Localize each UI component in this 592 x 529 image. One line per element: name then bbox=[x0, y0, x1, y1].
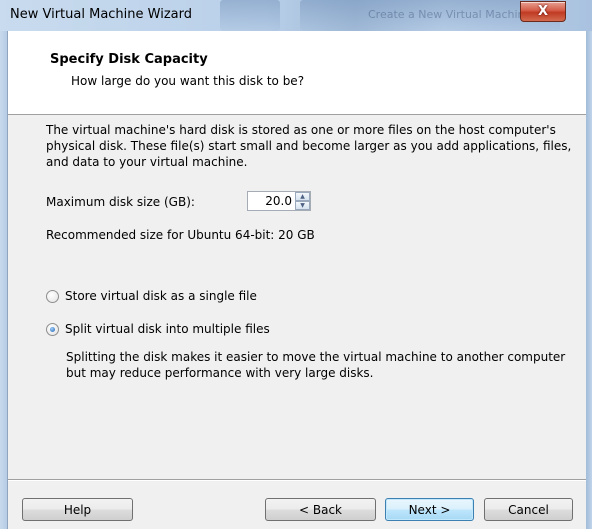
wizard-window: Create a New Virtual Machine New Virtual… bbox=[0, 0, 592, 529]
title-bar[interactable]: Create a New Virtual Machine New Virtual… bbox=[0, 0, 592, 31]
window-frame-left bbox=[0, 31, 7, 529]
page-subtitle: How large do you want this disk to be? bbox=[71, 74, 305, 88]
next-button[interactable]: Next > bbox=[385, 498, 474, 521]
disk-description: The virtual machine's hard disk is store… bbox=[46, 123, 572, 169]
background-window-title: Create a New Virtual Machine bbox=[368, 8, 532, 21]
disk-size-input[interactable]: 20.0 bbox=[265, 194, 292, 208]
stepper-down-button[interactable]: ▼ bbox=[295, 201, 310, 210]
split-description: Splitting the disk makes it easier to mo… bbox=[66, 350, 566, 380]
triangle-up-icon: ▲ bbox=[300, 192, 305, 200]
help-button[interactable]: Help bbox=[22, 498, 133, 521]
single-file-option[interactable]: Store virtual disk as a single file bbox=[46, 289, 257, 303]
close-button[interactable]: X bbox=[520, 1, 566, 22]
radio-button-split-files[interactable] bbox=[46, 322, 59, 336]
wizard-client-area: Specify Disk Capacity How large do you w… bbox=[7, 31, 586, 529]
back-button[interactable]: < Back bbox=[265, 498, 376, 521]
radio-button-single-file[interactable] bbox=[46, 289, 59, 303]
triangle-down-icon: ▼ bbox=[300, 201, 305, 209]
disk-size-stepper[interactable]: 20.0 ▲ ▼ bbox=[247, 191, 311, 211]
stepper-buttons: ▲ ▼ bbox=[295, 192, 310, 210]
cancel-button[interactable]: Cancel bbox=[484, 498, 573, 521]
footer-separator bbox=[8, 479, 586, 481]
recommended-size-text: Recommended size for Ubuntu 64-bit: 20 G… bbox=[46, 228, 315, 242]
disk-size-label: Maximum disk size (GB): bbox=[46, 195, 195, 209]
split-files-label[interactable]: Split virtual disk into multiple files bbox=[65, 322, 270, 336]
background-window-glow bbox=[220, 0, 280, 31]
close-icon: X bbox=[537, 4, 549, 19]
window-title: New Virtual Machine Wizard bbox=[10, 7, 192, 22]
stepper-up-button[interactable]: ▲ bbox=[295, 192, 310, 201]
window-frame-right bbox=[585, 31, 592, 529]
split-files-option[interactable]: Split virtual disk into multiple files bbox=[46, 322, 270, 336]
page-title: Specify Disk Capacity bbox=[50, 52, 208, 67]
single-file-label[interactable]: Store virtual disk as a single file bbox=[65, 289, 257, 303]
wizard-header: Specify Disk Capacity How large do you w… bbox=[8, 31, 586, 115]
